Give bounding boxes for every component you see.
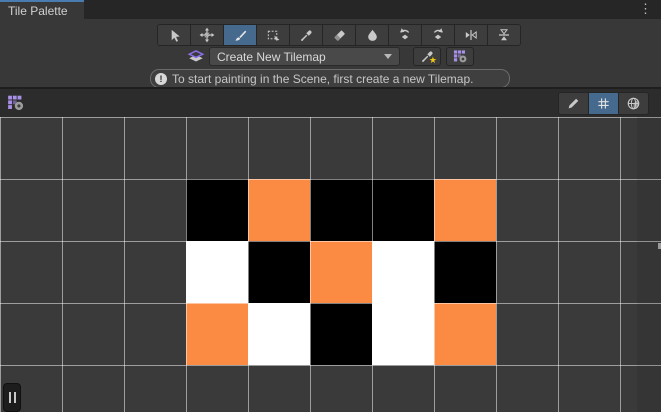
- toggle-grid-button[interactable]: [589, 93, 619, 114]
- help-box: ! To start painting in the Scene, first …: [150, 69, 510, 88]
- open-tile-palette-button[interactable]: [446, 47, 474, 66]
- tool-rotate-cw-button[interactable]: [422, 25, 455, 45]
- star-icon: ★: [429, 56, 437, 65]
- tool-move-button[interactable]: [191, 25, 224, 45]
- tile-white[interactable]: [372, 303, 434, 365]
- tile-palette-gear-icon: [7, 94, 25, 112]
- tab-tile-palette[interactable]: Tile Palette: [0, 0, 84, 19]
- tab-bar: Tile Palette ⋮: [0, 0, 661, 19]
- tile-orange[interactable]: [434, 179, 496, 241]
- tool-flip-y-button[interactable]: [488, 25, 520, 45]
- grid-right-shade: [637, 117, 661, 412]
- tool-select-button[interactable]: [158, 25, 191, 45]
- tile-palette-window: Tile Palette ⋮ Create New Tilemap ★: [0, 0, 661, 412]
- tile-white[interactable]: [372, 241, 434, 303]
- tile-white[interactable]: [186, 241, 248, 303]
- help-message: To start painting in the Scene, first cr…: [172, 72, 474, 86]
- tool-erase-button[interactable]: [323, 25, 356, 45]
- tool-paint-button[interactable]: [224, 25, 257, 45]
- tile-orange[interactable]: [434, 303, 496, 365]
- tile-orange[interactable]: [248, 179, 310, 241]
- tile-black[interactable]: [434, 241, 496, 303]
- toggle-edit-button[interactable]: [559, 93, 589, 114]
- tile-orange[interactable]: [186, 303, 248, 365]
- active-tilemap-dropdown[interactable]: Create New Tilemap: [209, 47, 400, 66]
- tile-orange[interactable]: [310, 241, 372, 303]
- tool-rotate-ccw-button[interactable]: [389, 25, 422, 45]
- palette-view-toggles: [558, 92, 649, 115]
- tab-label: Tile Palette: [8, 4, 68, 18]
- active-tilemap-value: Create New Tilemap: [217, 50, 326, 64]
- palette-bar: New Tile Palette: [0, 89, 661, 117]
- palette-grid[interactable]: [0, 117, 661, 412]
- tile-black[interactable]: [310, 303, 372, 365]
- info-bubble-icon: !: [155, 73, 167, 85]
- tile-black[interactable]: [372, 179, 434, 241]
- tool-box-fill-button[interactable]: [257, 25, 290, 45]
- tile-black[interactable]: [310, 179, 372, 241]
- tile-black[interactable]: [186, 179, 248, 241]
- tilemap-layers-icon: [186, 48, 206, 66]
- toggle-gizmos-button[interactable]: [619, 93, 648, 114]
- tool-pick-button[interactable]: [290, 25, 323, 45]
- tile-palette-toolbar: [157, 24, 521, 46]
- chevron-down-icon: [384, 54, 392, 59]
- tool-fill-button[interactable]: [356, 25, 389, 45]
- tile-white[interactable]: [248, 303, 310, 365]
- scrollbar-grip[interactable]: [3, 383, 21, 412]
- pick-new-brush-button[interactable]: ★: [413, 47, 441, 66]
- tool-flip-x-button[interactable]: [455, 25, 488, 45]
- tile-black[interactable]: [248, 241, 310, 303]
- kebab-menu-icon[interactable]: ⋮: [639, 1, 652, 17]
